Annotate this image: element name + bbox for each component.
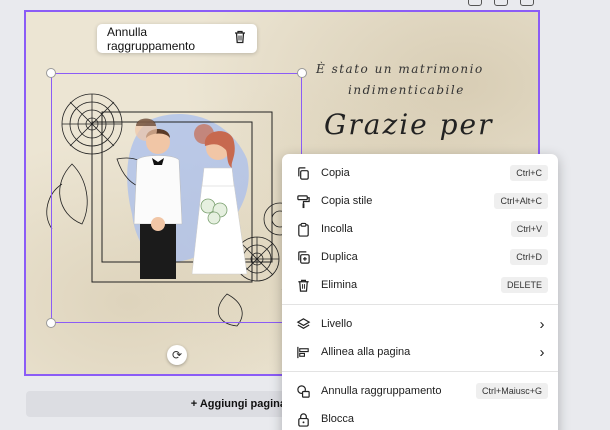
shortcut-badge: Ctrl+Maiusc+G bbox=[475, 383, 548, 399]
duplicate-icon bbox=[295, 249, 311, 265]
ungroup-icon bbox=[295, 383, 311, 399]
shortcut-badge: Ctrl+D bbox=[510, 249, 548, 265]
chevron-right-icon: › bbox=[539, 343, 545, 361]
ungroup-floating-toolbar: Annulla raggruppamento bbox=[97, 24, 257, 53]
menu-item-paste[interactable]: Incolla Ctrl+V bbox=[282, 215, 558, 243]
menu-item-ungroup[interactable]: Annulla raggruppamento Ctrl+Maiusc+G bbox=[282, 377, 558, 405]
menu-item-label: Livello bbox=[321, 318, 353, 330]
shortcut-badge: Ctrl+C bbox=[510, 165, 548, 181]
menu-item-copy-style[interactable]: Copia stile Ctrl+Alt+C bbox=[282, 187, 558, 215]
copy-icon bbox=[295, 165, 311, 181]
resize-handle-top-right[interactable] bbox=[297, 68, 307, 78]
menu-item-align-to-page[interactable]: Allinea alla pagina › bbox=[282, 338, 558, 366]
rotate-handle[interactable]: ⟳ bbox=[167, 345, 187, 365]
menu-item-label: Blocca bbox=[321, 413, 355, 425]
group-selection-box[interactable] bbox=[51, 73, 302, 323]
trash-icon[interactable] bbox=[233, 30, 247, 47]
layers-icon bbox=[295, 316, 311, 332]
design-text-line1[interactable]: È stato un matrimonio bbox=[316, 62, 484, 76]
resize-handle-bottom-left[interactable] bbox=[46, 318, 56, 328]
copy-page-icon[interactable] bbox=[520, 0, 534, 6]
menu-item-label: Allinea alla pagina bbox=[321, 346, 411, 358]
menu-divider bbox=[282, 304, 558, 305]
ungroup-button[interactable]: Annulla raggruppamento bbox=[107, 25, 225, 53]
menu-item-layer[interactable]: Livello › bbox=[282, 310, 558, 338]
design-text-line2[interactable]: indimenticabile bbox=[348, 83, 465, 97]
shortcut-badge: Ctrl+Alt+C bbox=[494, 193, 548, 209]
menu-item-copy[interactable]: Copia Ctrl+C bbox=[282, 159, 558, 187]
shortcut-badge: Ctrl+V bbox=[510, 221, 548, 237]
menu-divider bbox=[282, 371, 558, 372]
menu-item-delete[interactable]: Elimina DELETE bbox=[282, 271, 558, 299]
menu-item-duplicate[interactable]: Duplica Ctrl+D bbox=[282, 243, 558, 271]
menu-item-label: Duplica bbox=[321, 251, 358, 263]
rotate-icon: ⟳ bbox=[171, 348, 183, 362]
resize-handle-top-left[interactable] bbox=[46, 68, 56, 78]
menu-item-label: Annulla raggruppamento bbox=[321, 385, 442, 397]
top-toolbar-icons bbox=[468, 0, 534, 6]
shortcut-badge: DELETE bbox=[500, 277, 548, 293]
chevron-right-icon: › bbox=[539, 315, 545, 333]
lock-icon bbox=[295, 411, 311, 427]
menu-item-label: Copia stile bbox=[321, 195, 373, 207]
design-text-line3[interactable]: Grazie per bbox=[324, 108, 494, 141]
menu-item-label: Incolla bbox=[321, 223, 353, 235]
paint-roller-icon bbox=[295, 193, 311, 209]
menu-item-lock[interactable]: Blocca bbox=[282, 405, 558, 430]
align-icon bbox=[295, 344, 311, 360]
lock-icon[interactable] bbox=[494, 0, 508, 6]
clipboard-icon bbox=[295, 221, 311, 237]
add-page-button[interactable]: + Aggiungi pagina bbox=[26, 391, 326, 417]
menu-item-label: Elimina bbox=[321, 279, 358, 291]
context-menu: Copia Ctrl+C Copia stile Ctrl+Alt+C Inco… bbox=[282, 154, 558, 430]
trash-icon bbox=[295, 277, 311, 293]
menu-item-label: Copia bbox=[321, 167, 350, 179]
comment-icon[interactable] bbox=[468, 0, 482, 6]
